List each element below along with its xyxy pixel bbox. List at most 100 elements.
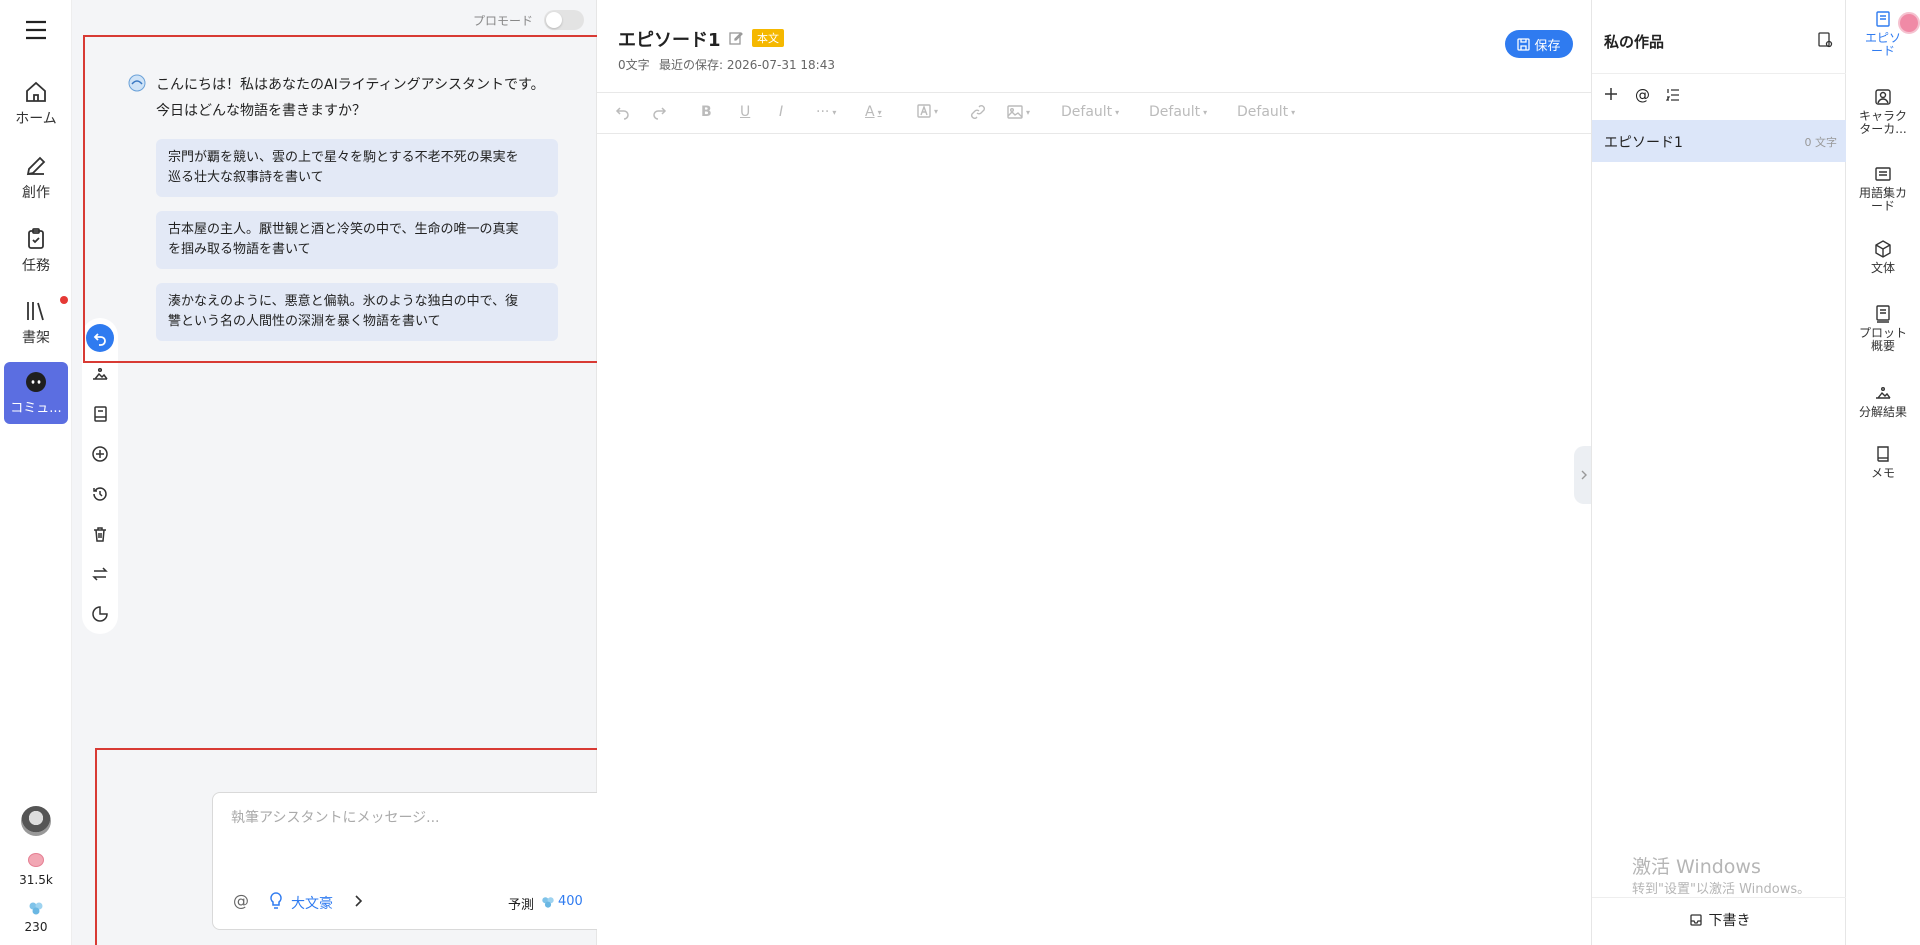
- nav-home[interactable]: ホーム: [0, 80, 72, 128]
- underline-button[interactable]: U: [740, 104, 750, 120]
- editor-area: エピソード1 本文 0文字 最近の保存: 2026-07-31 18:43 保存…: [597, 0, 1594, 945]
- nav-create[interactable]: 創作: [0, 154, 72, 202]
- works-header-divider: [1592, 73, 1847, 74]
- draft-label: 下書き: [1708, 913, 1751, 929]
- pen-icon: [24, 154, 48, 178]
- fab-logo-icon[interactable]: [1898, 12, 1920, 34]
- italic-button[interactable]: I: [779, 104, 783, 120]
- new-chat-button[interactable]: [88, 442, 112, 466]
- edit-title-icon[interactable]: [729, 31, 743, 45]
- word-count: 0文字: [618, 58, 650, 72]
- annotation-box-chat: [83, 35, 633, 363]
- rail-memo-label: メモ: [1870, 466, 1895, 480]
- nav-bookshelf-label: 書架: [22, 330, 50, 346]
- nav-community[interactable]: コミュ...: [4, 362, 68, 424]
- memo-icon: [1874, 445, 1892, 463]
- nav-community-label: コミュ...: [10, 400, 62, 416]
- rail-breakdown-label: 分解結果: [1858, 405, 1907, 419]
- works-settings-icon[interactable]: [1817, 32, 1833, 48]
- rail-episode-label: エピソード: [1864, 31, 1901, 58]
- bold-button[interactable]: B: [701, 104, 712, 120]
- episode-icon: [1874, 10, 1892, 28]
- book-tool-button[interactable]: [88, 402, 112, 426]
- editor-body[interactable]: [617, 150, 1567, 930]
- rail-breakdown[interactable]: 分解結果: [1846, 384, 1920, 419]
- save-button[interactable]: 保存: [1505, 30, 1573, 58]
- watermark-line-2: 转到"设置"以激活 Windows。: [1632, 882, 1811, 897]
- token-icon: [28, 900, 44, 916]
- history-button[interactable]: [88, 482, 112, 506]
- nav-bookshelf[interactable]: 書架: [0, 299, 72, 347]
- image-caret-icon: ▾: [1026, 107, 1031, 117]
- history-icon: [91, 485, 109, 503]
- toolbar-divider-bottom: [597, 133, 1591, 134]
- swap-icon: [91, 565, 109, 583]
- highlight-icon: [917, 104, 931, 118]
- drafts-button[interactable]: 下書き: [1592, 910, 1847, 930]
- last-saved: 最近の保存: 2026-07-31 18:43: [659, 58, 835, 72]
- mention-episode-button[interactable]: @: [1635, 86, 1650, 104]
- font-select-2-caret-icon: ▾: [1203, 107, 1208, 117]
- font-color-caret-icon: ▾: [877, 107, 882, 117]
- rail-style[interactable]: 文体: [1846, 240, 1920, 275]
- rail-memo[interactable]: メモ: [1846, 445, 1920, 480]
- font-color-icon: A: [865, 104, 875, 120]
- rail-character-card[interactable]: キャラクターカ...: [1846, 88, 1920, 136]
- undo-button[interactable]: [615, 104, 631, 120]
- toolbar-divider-top: [597, 92, 1591, 93]
- coin-count: 31.5k: [19, 873, 53, 887]
- link-icon: [970, 104, 986, 120]
- rail-plot-summary-label: プロット概要: [1858, 326, 1907, 353]
- more-format-caret-icon: ▾: [832, 107, 837, 117]
- image-icon: [1007, 104, 1023, 120]
- highlight-button[interactable]: ▾: [917, 104, 938, 118]
- nav-tasks[interactable]: 任務: [0, 227, 72, 275]
- nav-create-label: 創作: [22, 185, 50, 201]
- trash-icon: [91, 525, 109, 543]
- stats-button[interactable]: [88, 602, 112, 626]
- italic-icon: I: [779, 104, 784, 120]
- scene-icon: [91, 365, 109, 383]
- menu-icon[interactable]: [24, 19, 48, 41]
- redo-button[interactable]: [651, 104, 667, 120]
- delete-chat-button[interactable]: [88, 522, 112, 546]
- episode-title: エピソード1: [618, 30, 721, 51]
- coin-icon: [28, 853, 44, 867]
- font-select-1-label: Default: [1061, 104, 1113, 120]
- episode-word-count: 0 文字: [1804, 136, 1838, 149]
- switch-button[interactable]: [88, 562, 112, 586]
- add-episode-button[interactable]: [1604, 87, 1618, 101]
- font-select-3[interactable]: Default ▾: [1237, 104, 1295, 120]
- draft-divider: [1592, 897, 1847, 898]
- image-button[interactable]: ▾: [1007, 104, 1030, 120]
- avatar[interactable]: [21, 806, 51, 836]
- font-select-3-label: Default: [1237, 104, 1289, 120]
- right-tool-rail: エピソード キャラクターカ... 用語集カード 文体 プロット概要 分解結果 メ…: [1846, 0, 1920, 945]
- draft-icon: [1689, 913, 1703, 927]
- watermark-line-1: 激活 Windows: [1632, 856, 1761, 878]
- scene-tool-button[interactable]: [88, 362, 112, 386]
- font-select-1[interactable]: Default ▾: [1061, 104, 1119, 120]
- rail-plot-summary[interactable]: プロット概要: [1846, 305, 1920, 353]
- more-format-button[interactable]: ··· ▾: [816, 104, 836, 120]
- font-color-button[interactable]: A ▾: [865, 104, 882, 120]
- font-select-2[interactable]: Default ▾: [1149, 104, 1207, 120]
- episode-list-item[interactable]: エピソード1 0 文字: [1592, 120, 1847, 162]
- sort-list-button[interactable]: [1666, 88, 1680, 102]
- rail-glossary-label: 用語集カード: [1858, 186, 1907, 213]
- breakdown-icon: [1874, 384, 1892, 402]
- underline-icon: U: [740, 104, 751, 120]
- token-count: 230: [24, 920, 48, 934]
- link-button[interactable]: [970, 104, 986, 120]
- font-select-2-label: Default: [1149, 104, 1201, 120]
- plot-icon: [1874, 305, 1892, 323]
- rail-character-card-label: キャラクターカ...: [1858, 109, 1907, 136]
- pro-mode-toggle[interactable]: [544, 10, 584, 30]
- rail-glossary[interactable]: 用語集カード: [1846, 165, 1920, 213]
- pro-mode-label: プロモード: [473, 14, 534, 28]
- undo-icon: [615, 104, 631, 120]
- more-icon: ···: [816, 104, 830, 120]
- highlight-caret-icon: ▾: [934, 106, 939, 116]
- bookshelf-icon: [24, 299, 48, 323]
- notification-dot: [60, 296, 68, 304]
